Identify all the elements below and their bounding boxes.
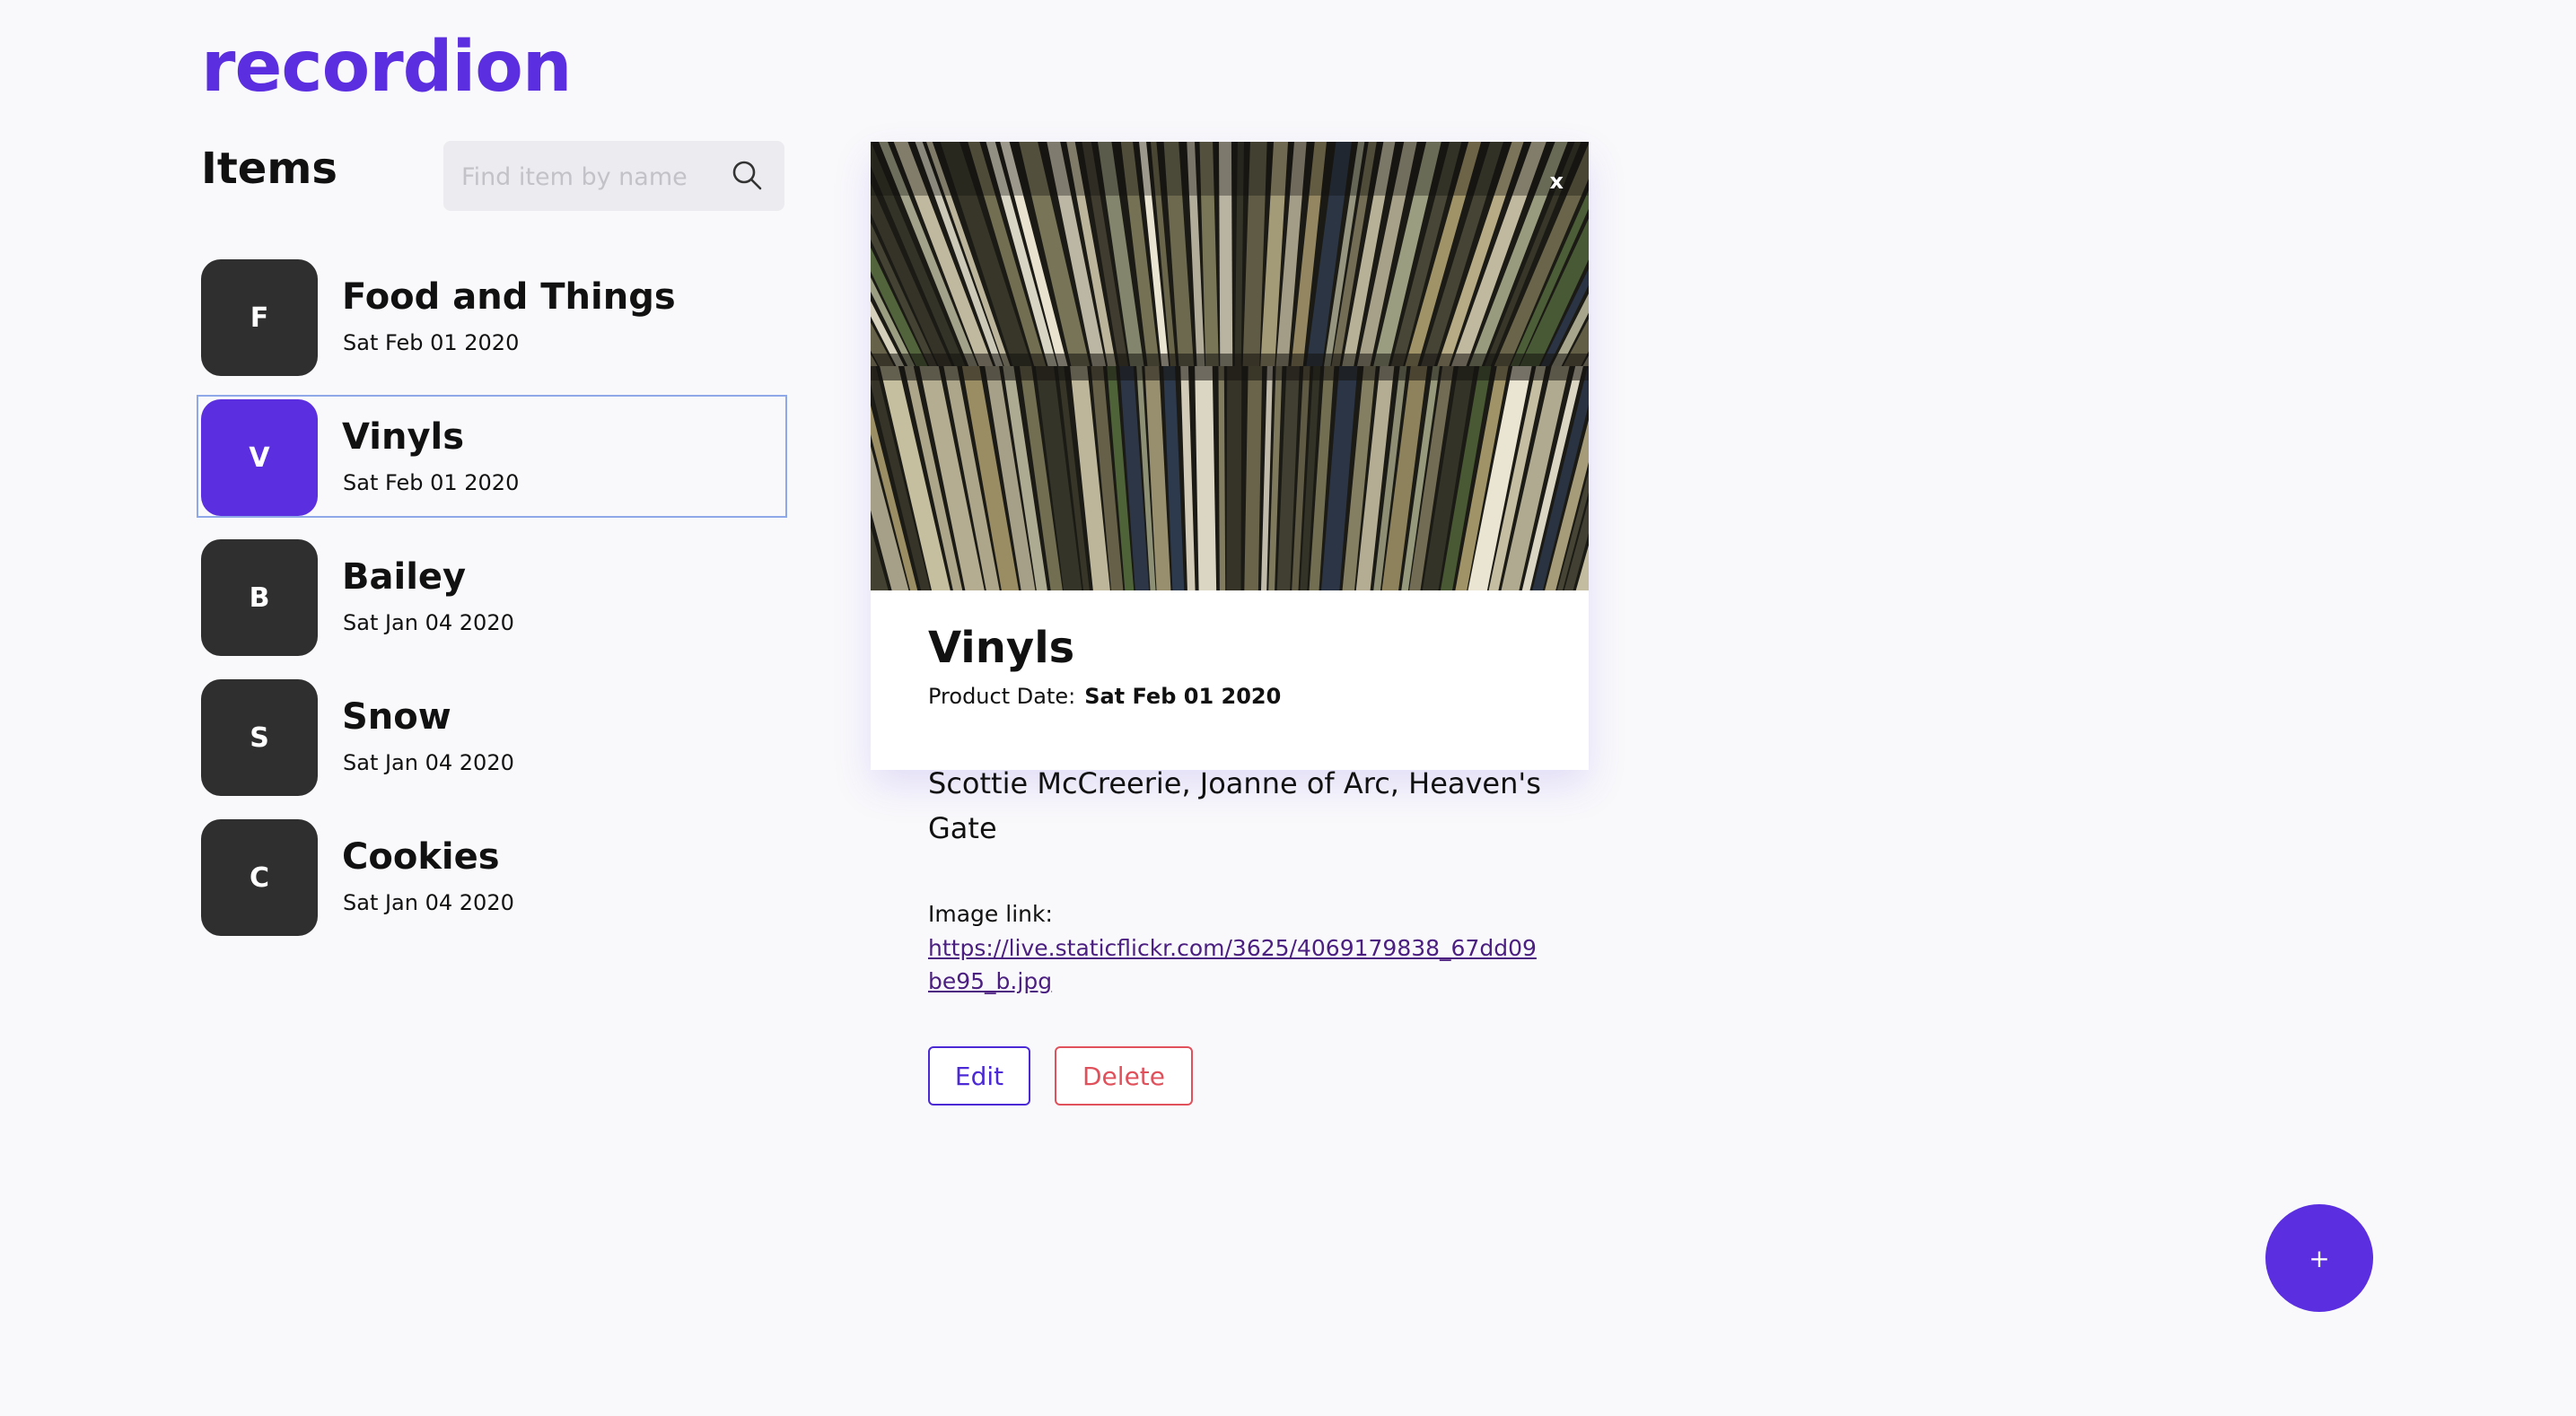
search-box — [443, 141, 784, 213]
item-date: Sat Jan 04 2020 — [343, 750, 514, 775]
item-date: Sat Feb 01 2020 — [343, 330, 520, 355]
item-name: Snow — [342, 696, 451, 738]
item-name: Food and Things — [342, 276, 676, 318]
avatar: B — [201, 539, 318, 656]
search-input[interactable] — [460, 141, 723, 213]
items-heading: Items — [201, 144, 337, 194]
detail-title: Vinyls — [928, 623, 1075, 673]
image-link-label: Image link: — [928, 901, 1053, 927]
list-item[interactable]: F Food and Things Sat Feb 01 2020 — [197, 255, 787, 378]
list-item[interactable]: C Cookies Sat Jan 04 2020 — [197, 815, 787, 938]
avatar: F — [201, 259, 318, 376]
app-logo: recordion — [201, 27, 572, 108]
item-date: Sat Jan 04 2020 — [343, 610, 514, 635]
close-button[interactable]: x — [1550, 169, 1564, 194]
item-date: Sat Feb 01 2020 — [343, 470, 520, 495]
item-image — [871, 142, 1589, 590]
delete-button[interactable]: Delete — [1055, 1046, 1193, 1106]
search-icon[interactable] — [729, 157, 765, 193]
item-name: Vinyls — [342, 416, 465, 458]
item-description: Scottie McCreerie, Joanne of Arc, Heaven… — [928, 766, 1541, 845]
item-name: Cookies — [342, 836, 500, 878]
item-name: Bailey — [342, 556, 467, 598]
item-date: Sat Jan 04 2020 — [343, 890, 514, 915]
product-date-label: Product Date: — [928, 684, 1076, 709]
list-item-selected[interactable]: V Vinyls Sat Feb 01 2020 — [197, 395, 787, 518]
add-item-button[interactable]: + — [2265, 1204, 2373, 1312]
product-date-value: Sat Feb 01 2020 — [1084, 684, 1282, 709]
avatar: C — [201, 819, 318, 936]
list-item[interactable]: S Snow Sat Jan 04 2020 — [197, 675, 787, 798]
product-date: Product Date: Sat Feb 01 2020 — [928, 684, 1281, 709]
avatar: S — [201, 679, 318, 796]
item-detail-card: x — [871, 142, 1589, 770]
avatar: V — [201, 399, 318, 516]
image-link[interactable]: https://live.staticflickr.com/3625/40691… — [928, 931, 1538, 998]
edit-button[interactable]: Edit — [928, 1046, 1030, 1106]
list-item[interactable]: B Bailey Sat Jan 04 2020 — [197, 535, 787, 658]
